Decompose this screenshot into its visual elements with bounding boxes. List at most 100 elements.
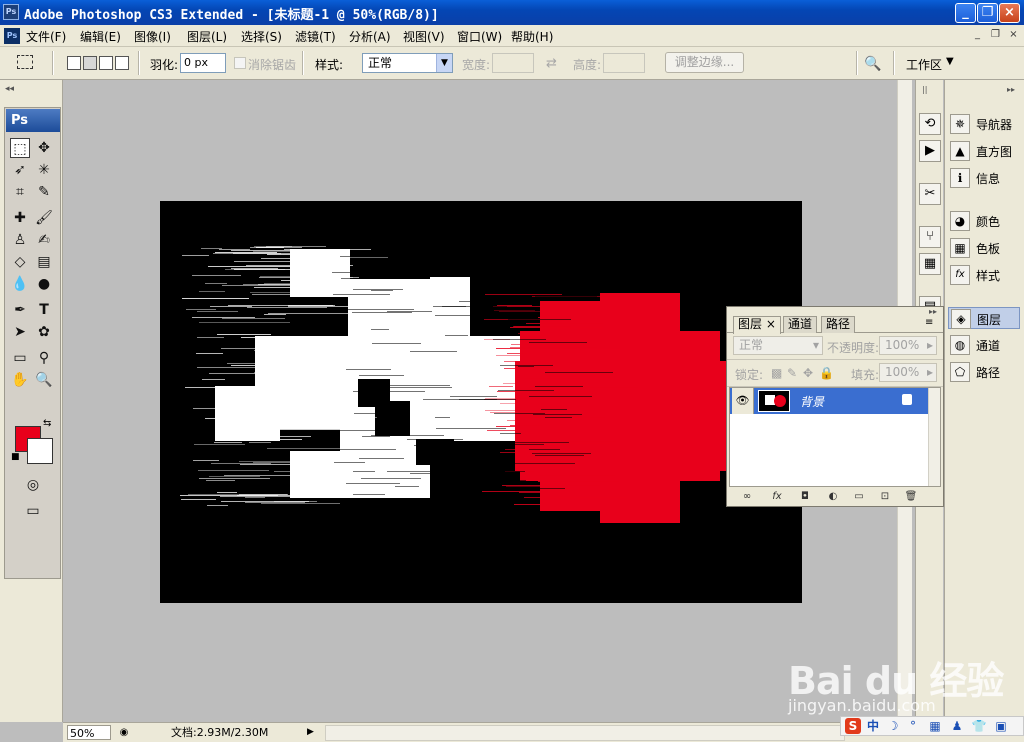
height-input[interactable] bbox=[603, 53, 645, 73]
swatches-panel-button[interactable]: ▦ 色板 bbox=[948, 237, 1020, 259]
tool-presets-panel-icon[interactable]: ✂ bbox=[919, 183, 941, 205]
new-layer-icon[interactable]: ⊡ bbox=[877, 489, 893, 505]
styles-panel-button[interactable]: fx 样式 bbox=[948, 264, 1020, 286]
layers-list-scrollbar[interactable] bbox=[928, 388, 940, 486]
actions-panel-icon[interactable]: ▶ bbox=[919, 140, 941, 162]
ps-logo[interactable]: Ps bbox=[6, 109, 60, 132]
workspace-chevron-icon[interactable]: ▼ bbox=[946, 56, 954, 67]
menu-window[interactable]: 窗口(W) bbox=[457, 28, 502, 45]
document-canvas[interactable] bbox=[160, 201, 802, 603]
lock-image-icon[interactable]: ✎ bbox=[787, 366, 797, 380]
type-tool-icon[interactable]: T bbox=[34, 300, 54, 320]
workspace-menu[interactable]: 工作区 bbox=[906, 56, 942, 73]
slice-tool-icon[interactable]: ✎ bbox=[34, 182, 54, 202]
collapse-arrows-icon[interactable]: ◂◂ bbox=[5, 84, 14, 94]
ime-punctuation-icon[interactable]: ° bbox=[905, 718, 921, 734]
doc-close-button[interactable]: × bbox=[1006, 28, 1021, 42]
new-selection-mode-icon[interactable] bbox=[67, 56, 81, 70]
opacity-input[interactable]: 100% ▸ bbox=[879, 336, 937, 355]
antialias-checkbox[interactable] bbox=[234, 57, 246, 69]
rect-marquee-tool-icon[interactable]: ⬚ bbox=[10, 138, 30, 158]
blur-tool-icon[interactable]: 💧 bbox=[10, 274, 30, 294]
menu-image[interactable]: 图像(I) bbox=[134, 28, 171, 45]
history-brush-tool-icon[interactable]: ✍ bbox=[34, 230, 54, 250]
status-menu-arrow-icon[interactable]: ▶ bbox=[307, 725, 314, 740]
magic-wand-tool-icon[interactable]: ✳ bbox=[34, 160, 54, 180]
brushes-panel-icon[interactable]: ⑂ bbox=[919, 226, 941, 248]
clone-stamp-tool-icon[interactable]: ♙ bbox=[10, 230, 30, 250]
ime-skin-icon[interactable]: 👕 bbox=[971, 718, 987, 734]
fill-input[interactable]: 100% ▸ bbox=[879, 363, 937, 382]
doc-restore-button[interactable]: ❐ bbox=[988, 28, 1003, 42]
brush-tool-icon[interactable]: 🖌 bbox=[34, 208, 54, 228]
menu-view[interactable]: 视图(V) bbox=[403, 28, 445, 45]
menu-help[interactable]: 帮助(H) bbox=[511, 28, 553, 45]
adjustment-layer-icon[interactable]: ◐ bbox=[825, 489, 841, 505]
canvas-horizontal-scrollbar[interactable] bbox=[325, 725, 845, 741]
width-input[interactable] bbox=[492, 53, 534, 73]
healing-brush-tool-icon[interactable]: ✚ bbox=[10, 208, 30, 228]
dodge-tool-icon[interactable]: ● bbox=[34, 274, 54, 294]
add-mask-icon[interactable]: ◘ bbox=[797, 489, 813, 505]
visibility-eye-icon[interactable]: 👁 bbox=[732, 388, 754, 414]
panel-collapse-icon[interactable]: ▸▸ bbox=[929, 307, 937, 316]
close-icon[interactable]: × bbox=[766, 317, 776, 331]
feather-input[interactable]: 0 px bbox=[180, 53, 226, 73]
tab-channels[interactable]: 通道 bbox=[783, 316, 818, 333]
minimize-button[interactable]: _ bbox=[955, 3, 976, 23]
tab-paths[interactable]: 路径 bbox=[821, 316, 856, 333]
style-select[interactable]: 正常 ▼ bbox=[362, 53, 453, 73]
restore-button[interactable]: ❐ bbox=[977, 3, 998, 23]
zoom-tool-icon[interactable]: 🔍 bbox=[34, 370, 54, 390]
hand-tool-icon[interactable]: ✋ bbox=[10, 370, 30, 390]
rect-marquee-preset-icon[interactable] bbox=[17, 55, 33, 69]
paths-panel-button[interactable]: ⬠ 路径 bbox=[948, 361, 1020, 383]
tab-layers[interactable]: 图层 × bbox=[733, 316, 781, 334]
custom-shape-tool-icon[interactable]: ✿ bbox=[34, 322, 54, 342]
eraser-tool-icon[interactable]: ◇ bbox=[10, 252, 30, 272]
menu-edit[interactable]: 编辑(E) bbox=[80, 28, 121, 45]
new-group-icon[interactable]: ▭ bbox=[851, 489, 867, 505]
layers-panel-button[interactable]: ◈ 图层 bbox=[948, 307, 1020, 329]
subtract-selection-mode-icon[interactable] bbox=[99, 56, 113, 70]
history-panel-icon[interactable]: ⟲ bbox=[919, 113, 941, 135]
histogram-panel-button[interactable]: ▲ 直方图 bbox=[948, 140, 1020, 162]
gradient-tool-icon[interactable]: ▤ bbox=[34, 252, 54, 272]
default-colors-icon[interactable]: ■ bbox=[11, 452, 20, 462]
path-selection-tool-icon[interactable]: ➤ bbox=[10, 322, 30, 342]
ime-halfwidth-icon[interactable]: ☽ bbox=[885, 718, 901, 734]
doc-minimize-button[interactable]: _ bbox=[970, 28, 985, 42]
panel-menu-icon[interactable]: ≡ bbox=[925, 317, 933, 328]
delete-layer-icon[interactable]: 🗑 bbox=[903, 489, 919, 505]
close-button[interactable]: × bbox=[999, 3, 1020, 23]
add-selection-mode-icon[interactable] bbox=[83, 56, 97, 70]
background-color-swatch[interactable] bbox=[27, 438, 53, 464]
quick-mask-icon[interactable]: ◎ bbox=[23, 475, 43, 495]
ime-toolbox-icon[interactable]: ▣ bbox=[993, 718, 1009, 734]
lock-position-icon[interactable]: ✥ bbox=[803, 366, 813, 380]
ime-user-icon[interactable]: ♟ bbox=[949, 718, 965, 734]
lock-transparent-icon[interactable]: ▩ bbox=[771, 366, 782, 380]
lock-all-icon[interactable]: 🔒 bbox=[819, 366, 834, 380]
layer-name[interactable]: 背景 bbox=[800, 393, 824, 410]
photoshop-app-icon[interactable]: Ps bbox=[3, 4, 19, 20]
sogou-ime-icon[interactable]: S bbox=[845, 718, 861, 734]
bridge-icon[interactable]: 🔍 bbox=[864, 56, 881, 72]
menu-layer[interactable]: 图层(L) bbox=[187, 28, 227, 45]
screen-mode-icon[interactable]: ▭ bbox=[23, 501, 43, 521]
menu-analysis[interactable]: 分析(A) bbox=[349, 28, 391, 45]
link-layers-icon[interactable]: ∞ bbox=[739, 489, 755, 505]
channels-panel-button[interactable]: ◍ 通道 bbox=[948, 334, 1020, 356]
layer-style-fx-icon[interactable]: fx bbox=[769, 489, 785, 505]
navigator-panel-button[interactable]: ✵ 导航器 bbox=[948, 113, 1020, 135]
dock-grip-icon[interactable]: || bbox=[922, 85, 927, 94]
ps-document-icon[interactable]: Ps bbox=[4, 28, 20, 44]
intersect-selection-mode-icon[interactable] bbox=[115, 56, 129, 70]
crop-tool-icon[interactable]: ⌗ bbox=[10, 182, 30, 202]
swap-colors-icon[interactable]: ⇆ bbox=[43, 418, 51, 429]
menu-file[interactable]: 文件(F) bbox=[26, 28, 66, 45]
color-panel-button[interactable]: ◕ 颜色 bbox=[948, 210, 1020, 232]
ime-chinese-mode[interactable]: 中 bbox=[865, 718, 881, 734]
eyedropper-tool-icon[interactable]: ⚲ bbox=[34, 348, 54, 368]
pen-tool-icon[interactable]: ✒ bbox=[10, 300, 30, 320]
